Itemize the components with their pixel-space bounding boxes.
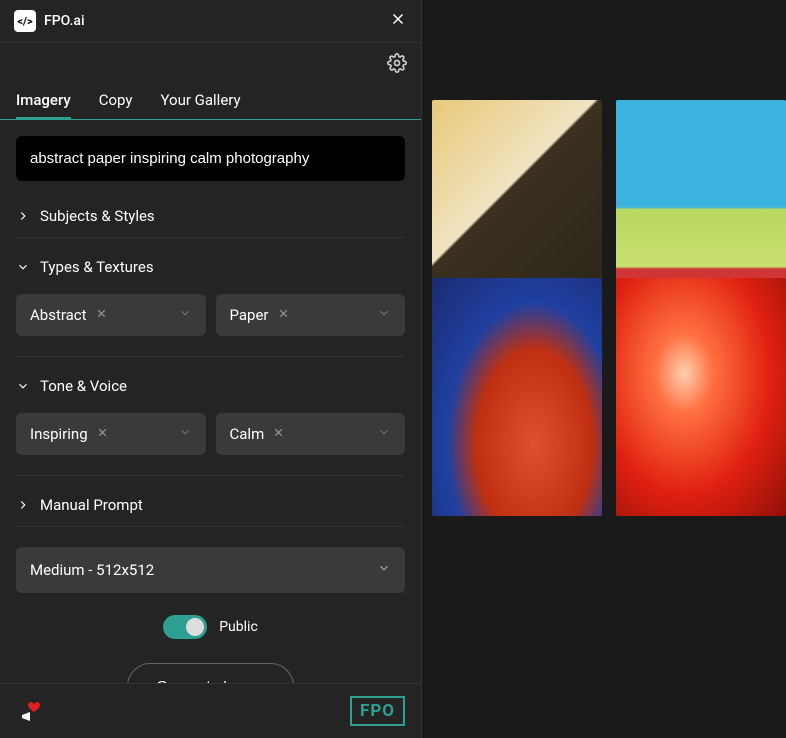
settings-gear-icon[interactable] (387, 53, 407, 77)
remove-chip-icon[interactable] (277, 306, 290, 324)
chevron-down-icon (377, 425, 391, 443)
chip-label: Inspiring (30, 425, 88, 443)
section-label: Tone & Voice (40, 377, 127, 395)
chevron-down-icon (178, 306, 192, 324)
remove-chip-icon[interactable] (96, 425, 109, 443)
size-selected-label: Medium - 512x512 (30, 561, 154, 579)
section-subjects-styles[interactable]: Subjects & Styles (16, 199, 405, 233)
prompt-input[interactable] (16, 136, 405, 181)
chevron-down-icon (16, 260, 30, 274)
remove-chip-icon[interactable] (95, 306, 108, 324)
gallery-image[interactable] (616, 278, 786, 516)
section-types-textures[interactable]: Types & Textures (16, 250, 405, 284)
public-toggle-label: Public (219, 619, 258, 635)
tab-copy[interactable]: Copy (99, 83, 133, 119)
section-manual-prompt[interactable]: Manual Prompt (16, 488, 405, 522)
header: </> FPO.ai (0, 0, 421, 43)
chevron-down-icon (377, 561, 391, 579)
chevron-right-icon (16, 498, 30, 512)
chip-label: Abstract (30, 306, 87, 324)
chevron-down-icon (16, 379, 30, 393)
chip-label: Paper (230, 306, 269, 324)
chip-label: Calm (230, 425, 265, 443)
chevron-right-icon (16, 209, 30, 223)
chip-paper[interactable]: Paper (216, 294, 406, 336)
chip-abstract[interactable]: Abstract (16, 294, 206, 336)
chevron-down-icon (178, 425, 192, 443)
chip-inspiring[interactable]: Inspiring (16, 413, 206, 455)
public-toggle[interactable] (163, 615, 207, 639)
section-label: Types & Textures (40, 258, 154, 276)
support-icon[interactable] (16, 697, 44, 725)
generate-button[interactable]: Generate Image (127, 663, 293, 683)
gallery-image[interactable] (432, 278, 602, 516)
tabs: Imagery Copy Your Gallery (0, 83, 421, 120)
section-tone-voice[interactable]: Tone & Voice (16, 369, 405, 403)
size-select[interactable]: Medium - 512x512 (16, 547, 405, 593)
tab-your-gallery[interactable]: Your Gallery (161, 83, 241, 119)
tab-imagery[interactable]: Imagery (16, 83, 71, 119)
app-name: FPO.ai (44, 13, 85, 29)
section-label: Manual Prompt (40, 496, 143, 514)
logo-icon: </> (14, 10, 36, 32)
chip-calm[interactable]: Calm (216, 413, 406, 455)
chevron-down-icon (377, 306, 391, 324)
fpo-badge: FPO (350, 696, 405, 726)
gallery-grid (422, 0, 786, 738)
close-icon[interactable] (389, 10, 407, 32)
section-label: Subjects & Styles (40, 207, 155, 225)
remove-chip-icon[interactable] (272, 425, 285, 443)
